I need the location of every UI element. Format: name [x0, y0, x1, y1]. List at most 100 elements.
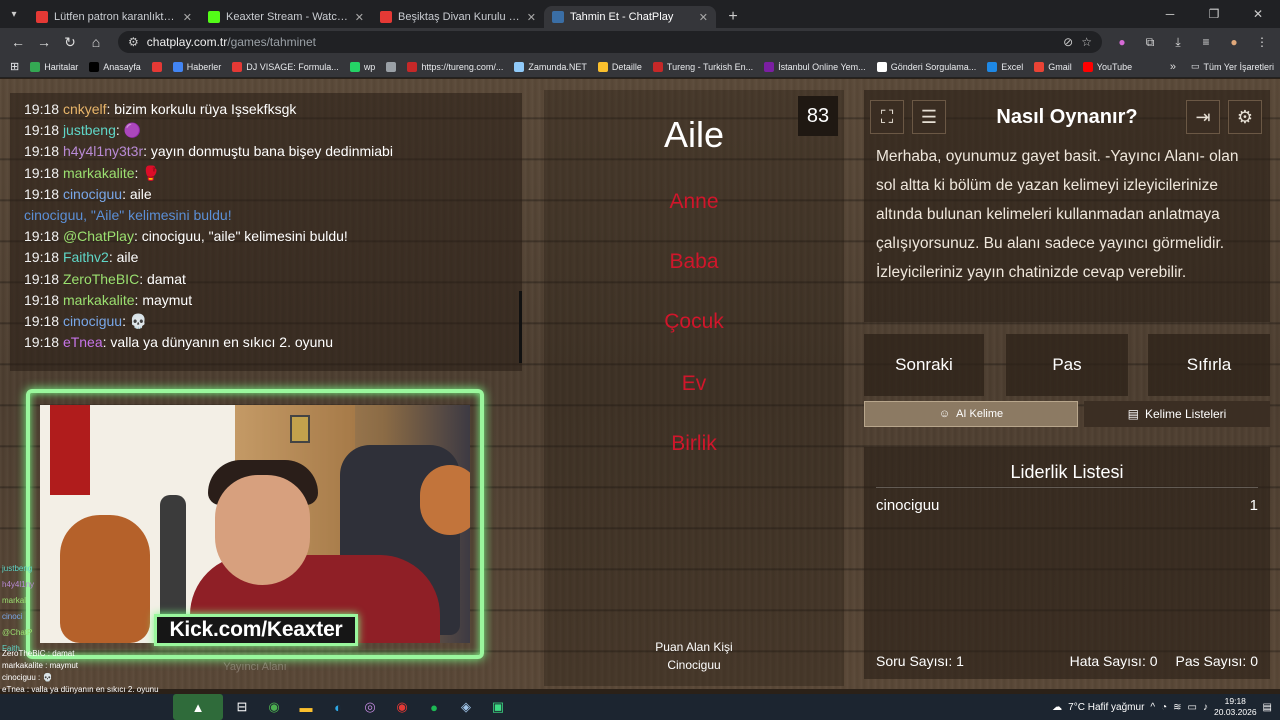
- chat-username[interactable]: @ChatPlay: [63, 228, 134, 244]
- weather-text[interactable]: 7°C Hafif yağmur: [1068, 702, 1144, 713]
- chat-username[interactable]: markakalite: [63, 292, 135, 308]
- back-arrow-icon[interactable]: ←: [6, 30, 30, 54]
- chat-time: 19:18: [24, 228, 60, 245]
- app-icon[interactable]: ▣: [485, 694, 511, 720]
- bookmark[interactable]: Haberler: [169, 61, 226, 72]
- close-tab-icon[interactable]: ✕: [527, 11, 536, 24]
- steam-icon[interactable]: ◈: [453, 694, 479, 720]
- close-window-icon[interactable]: ✕: [1236, 0, 1280, 28]
- tray-chevron-icon[interactable]: ^: [1150, 702, 1155, 713]
- question-count: Soru Sayısı: 1: [876, 653, 964, 669]
- home-icon[interactable]: ⌂: [84, 30, 108, 54]
- chrome-icon[interactable]: ◉: [261, 694, 287, 720]
- exit-icon[interactable]: ⇥: [1186, 100, 1220, 134]
- bookmark[interactable]: İstanbul Online Yem...: [760, 61, 870, 72]
- bookmark[interactable]: Detaille: [594, 61, 646, 72]
- address-bar[interactable]: ⚙ chatplay.com.tr/games/tahminet ⊘ ☆: [118, 31, 1102, 53]
- bookmark[interactable]: [148, 61, 166, 72]
- leaderboard-panel: Liderlik Listesi cinociguu 1 Soru Sayısı…: [864, 447, 1270, 679]
- pass-button[interactable]: Pas: [1006, 334, 1128, 396]
- chat-scrollbar[interactable]: [519, 291, 522, 363]
- bookmark[interactable]: Gönderi Sorgulama...: [873, 61, 981, 72]
- close-tab-icon[interactable]: ✕: [699, 11, 708, 24]
- ai-word-button[interactable]: ☺ AI Kelime: [864, 401, 1078, 427]
- url-path: /games/tahminet: [227, 35, 316, 49]
- edge-icon[interactable]: ◐: [325, 694, 351, 720]
- tab-list-chevron-icon[interactable]: ▾: [0, 0, 28, 28]
- chat-username[interactable]: cinociguu: [63, 313, 122, 329]
- chat-username[interactable]: eTnea: [63, 334, 103, 350]
- browser-tab[interactable]: Lütfen patron karanlıktan korkuyor ✕: [28, 6, 200, 28]
- browser-tab[interactable]: Keaxter Stream - Watch Live on Kick ✕: [200, 6, 372, 28]
- close-tab-icon[interactable]: ✕: [355, 11, 364, 24]
- notification-icon[interactable]: ▤: [1263, 702, 1272, 713]
- taboo-word: Anne: [669, 190, 719, 213]
- bookmark[interactable]: wp: [346, 61, 380, 72]
- chat-username[interactable]: markakalite: [63, 165, 135, 181]
- settings-gear-icon[interactable]: ⚙: [1228, 100, 1262, 134]
- bookmark[interactable]: Haritalar: [26, 61, 82, 72]
- word-lists-button[interactable]: ▤ Kelime Listeleri: [1084, 401, 1270, 427]
- forward-arrow-icon[interactable]: →: [32, 30, 56, 54]
- bookmark[interactable]: DJ VISAGE: Formula...: [228, 61, 343, 72]
- browser-tab[interactable]: Beşiktaş Divan Kurulu Kavga - Canlı ✕: [372, 6, 544, 28]
- extension-icon[interactable]: ●: [1110, 30, 1134, 54]
- chat-username[interactable]: cnkyelf: [63, 101, 107, 117]
- network-icon[interactable]: ◔: [1161, 702, 1167, 713]
- tureng-icon: [652, 61, 663, 72]
- close-tab-icon[interactable]: ✕: [183, 11, 192, 24]
- chat-message: 19:18 eTnea: valla ya dünyanın en sıkıcı…: [24, 334, 334, 351]
- download-icon[interactable]: ⤓: [1166, 30, 1190, 54]
- game-word-panel: 83 Aile Anne Baba Çocuk Ev Birlik Puan A…: [544, 90, 844, 686]
- mini-chat-overlay: justbeng h4y4l1ny markal cinoci @ChatP Faith: [2, 561, 92, 657]
- spotify-icon[interactable]: ●: [421, 694, 447, 720]
- bookmark[interactable]: Excel: [983, 61, 1027, 72]
- chat-username[interactable]: cinociguu: [63, 186, 122, 202]
- more-bookmarks-chevron-icon[interactable]: »: [1170, 61, 1176, 73]
- chat-text: 💀: [129, 312, 148, 329]
- next-button[interactable]: Sonraki: [864, 334, 984, 396]
- extensions-puzzle-icon[interactable]: ⧉: [1138, 30, 1162, 54]
- menu-kebab-icon[interactable]: ⋮: [1250, 30, 1274, 54]
- clock[interactable]: 19:18 20.03.2026: [1214, 696, 1257, 718]
- chat-text: aile: [116, 249, 139, 266]
- chatplay-page: 19:18 cnkyelf: bizim korkulu rüya Işsekf…: [0, 79, 1280, 689]
- bookmark[interactable]: YouTube: [1079, 61, 1136, 72]
- bookmark-star-icon[interactable]: ☆: [1081, 35, 1092, 49]
- bookmark[interactable]: Anasayfa: [85, 61, 145, 72]
- bookmark[interactable]: Gmail: [1030, 61, 1076, 72]
- battery-icon[interactable]: ▭: [1188, 702, 1197, 713]
- media-control-icon[interactable]: ≡: [1194, 30, 1218, 54]
- file-explorer-icon[interactable]: ▬: [293, 694, 319, 720]
- chat-time: 19:18: [24, 334, 60, 351]
- tracking-off-icon[interactable]: ⊘: [1063, 35, 1073, 49]
- reload-icon[interactable]: ↻: [58, 30, 82, 54]
- minimize-icon[interactable]: ─: [1148, 0, 1192, 28]
- site-info-icon[interactable]: ⚙: [128, 35, 139, 49]
- chat-username[interactable]: Faithv2: [63, 249, 109, 265]
- task-view-icon[interactable]: ⊟: [229, 694, 255, 720]
- news-icon: [172, 61, 183, 72]
- chat-message: 19:18 markakalite: maymut: [24, 291, 193, 308]
- obs-icon[interactable]: ◎: [357, 694, 383, 720]
- chrome-icon[interactable]: ◉: [389, 694, 415, 720]
- new-tab-plus-icon[interactable]: +: [722, 6, 744, 28]
- bookmark[interactable]: Tureng - Turkish En...: [649, 61, 757, 72]
- chat-username[interactable]: justbeng: [63, 122, 116, 138]
- bookmark[interactable]: Zamunda.NET: [510, 61, 591, 72]
- chat-text: yayın donmuştu bana bişey dedinmiabi: [150, 143, 393, 160]
- bookmark[interactable]: [382, 61, 400, 72]
- browser-tab-active[interactable]: Tahmin Et - ChatPlay ✕: [544, 6, 716, 28]
- wifi-icon[interactable]: ≋: [1173, 702, 1181, 713]
- volume-icon[interactable]: ♪: [1203, 702, 1208, 713]
- chat-username[interactable]: h4y4l1ny3t3r: [63, 143, 143, 159]
- all-bookmarks-button[interactable]: ▭ Tüm Yer İşaretleri: [1191, 61, 1274, 72]
- tab-title: Lütfen patron karanlıktan korkuyor: [54, 11, 177, 23]
- game-thumbnail-icon[interactable]: ▲: [173, 694, 223, 720]
- chat-username[interactable]: ZeroTheBIC: [63, 271, 139, 287]
- restore-icon[interactable]: ❐: [1192, 0, 1236, 28]
- bookmark[interactable]: https://tureng.com/...: [403, 61, 507, 72]
- apps-grid-icon[interactable]: ⊞: [6, 60, 23, 73]
- profile-avatar-icon[interactable]: ●: [1222, 30, 1246, 54]
- reset-button[interactable]: Sıfırla: [1148, 334, 1270, 396]
